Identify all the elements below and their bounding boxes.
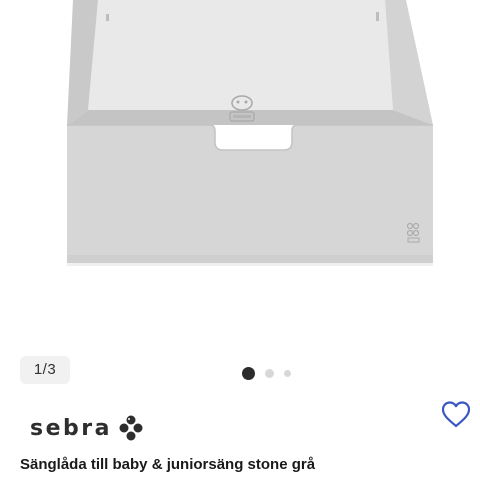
product-title: Sänglåda till baby & juniorsäng stone gr… — [20, 456, 316, 473]
carousel-dot-3[interactable] — [284, 369, 291, 377]
product-image-gallery[interactable] — [0, 0, 480, 395]
image-counter: 1/3 — [20, 356, 70, 384]
product-image — [67, 0, 433, 266]
brand-name: sebra — [30, 415, 112, 441]
favorite-heart-icon[interactable] — [440, 399, 472, 429]
carousel-dot-2[interactable] — [265, 368, 274, 378]
brand-logo[interactable]: sebra — [30, 410, 144, 446]
carousel-pagination — [242, 366, 291, 380]
carousel-dot-1[interactable] — [242, 366, 255, 380]
sebra-logo-mark-icon — [119, 415, 143, 441]
